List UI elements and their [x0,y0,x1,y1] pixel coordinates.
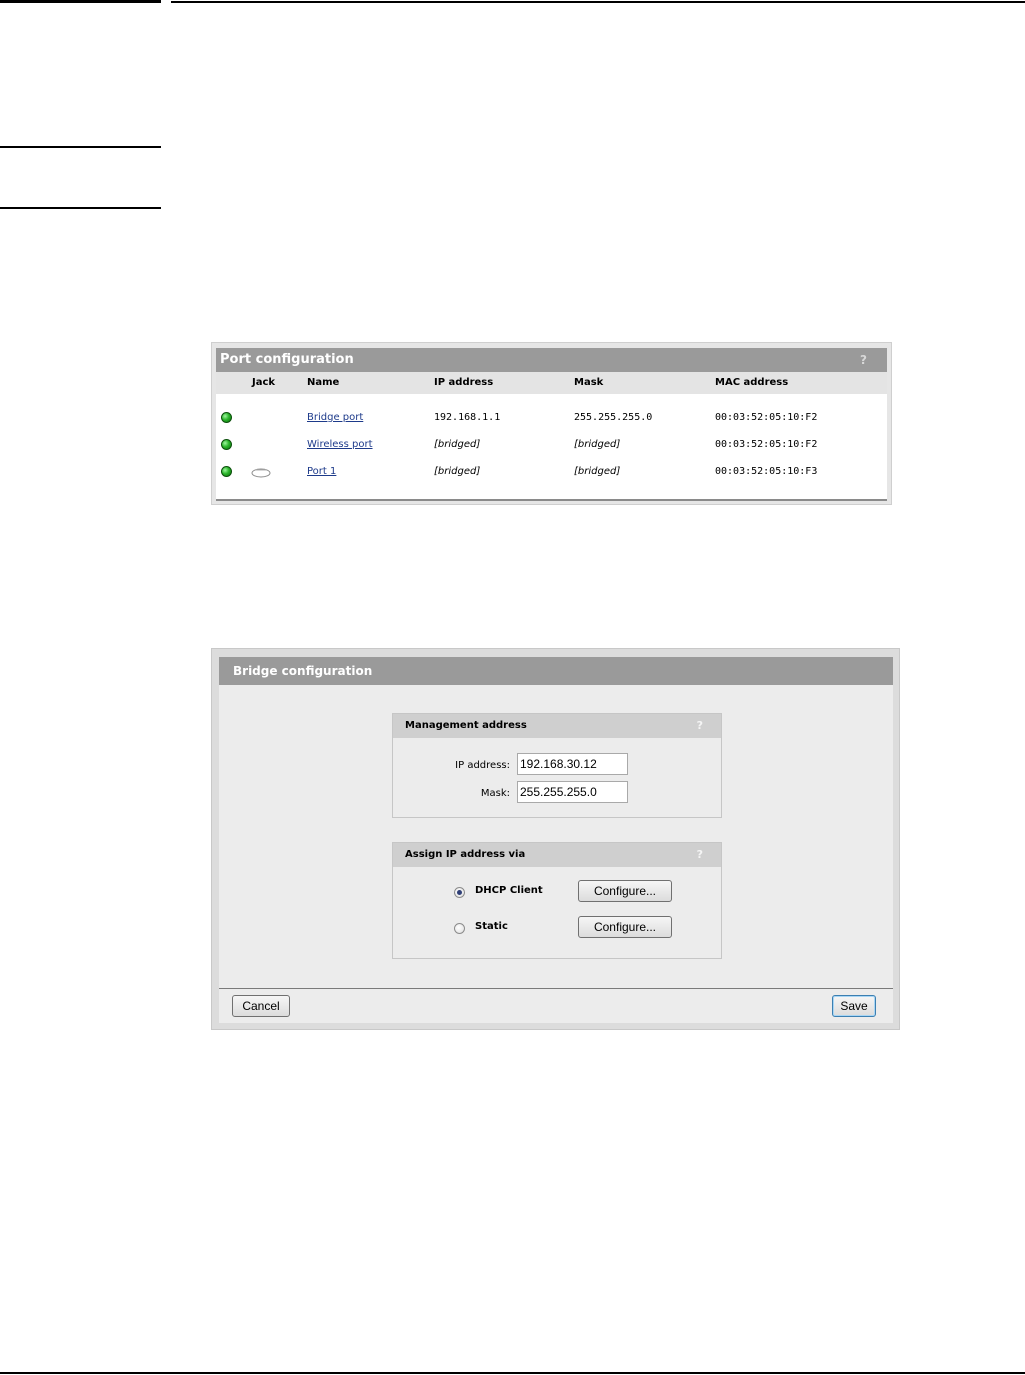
port-ip: [bridged] [434,466,481,477]
mask-input[interactable] [517,781,628,803]
port-configuration-title: Port configuration [220,352,354,367]
port-name-link[interactable]: Port 1 [307,466,336,477]
assign-ip-header: Assign IP address via ? [393,843,721,867]
port-configuration-body: Port configuration ? Jack Name IP addres… [216,348,887,501]
top-rule-thick [0,0,161,3]
ip-address-label: IP address: [455,760,510,771]
bottom-rule [0,1372,1025,1374]
cancel-button[interactable]: Cancel [232,995,290,1017]
port-mac: 00:03:52:05:10:F2 [715,439,818,450]
table-row: Port 1 [bridged] [bridged] 00:03:52:05:1… [216,465,887,491]
help-icon[interactable]: ? [697,843,703,867]
port-name-link[interactable]: Bridge port [307,412,363,423]
management-address-header: Management address ? [393,714,721,738]
dhcp-configure-button[interactable]: Configure... [578,880,672,902]
management-address-panel: Management address ? IP address: Mask: [392,713,722,818]
top-rule-thin [171,1,1025,3]
port-mask: 255.255.255.0 [574,412,653,423]
table-row: Bridge port 192.168.1.1 255.255.255.0 00… [216,411,887,437]
column-header-jack: Jack [252,377,276,388]
management-address-title: Management address [405,720,527,731]
ip-address-input[interactable] [517,753,628,775]
port-mac: 00:03:52:05:10:F3 [715,466,818,477]
bridge-configuration-title: Bridge configuration [233,664,373,678]
table-row: Wireless port [bridged] [bridged] 00:03:… [216,438,887,464]
bridge-configuration-header: Bridge configuration [219,657,893,685]
assign-ip-title: Assign IP address via [405,849,526,860]
dhcp-client-label: DHCP Client [475,885,543,896]
mask-label: Mask: [480,788,510,799]
port-mask: [bridged] [574,439,621,450]
bridge-configuration-panel: Bridge configuration Management address … [211,648,900,1030]
port-ip: [bridged] [434,439,481,450]
port-mask: [bridged] [574,466,621,477]
footer-divider [219,988,893,989]
ethernet-jack-icon [251,468,271,478]
port-configuration-header: Port configuration ? [216,348,887,372]
static-label: Static [475,921,508,932]
column-header-name: Name [307,377,340,388]
dhcp-client-radio[interactable] [454,887,465,898]
static-configure-button[interactable]: Configure... [578,916,672,938]
status-led-icon [221,412,232,423]
assign-ip-panel: Assign IP address via ? DHCP Client Conf… [392,842,722,959]
static-radio[interactable] [454,923,465,934]
section-rule-2 [0,207,161,209]
column-header-mac: MAC address [715,377,789,388]
help-icon[interactable]: ? [697,714,703,738]
port-ip: 192.168.1.1 [434,412,501,423]
save-button[interactable]: Save [832,995,876,1017]
port-configuration-panel: Port configuration ? Jack Name IP addres… [211,342,892,505]
status-led-icon [221,439,232,450]
status-led-icon [221,466,232,477]
section-rule-1 [0,146,161,148]
port-name-link[interactable]: Wireless port [307,439,373,450]
help-icon[interactable]: ? [860,348,867,372]
column-header-mask: Mask [574,377,604,388]
port-mac: 00:03:52:05:10:F2 [715,412,818,423]
port-table-header: Jack Name IP address Mask MAC address [216,372,887,394]
bridge-configuration-body: Bridge configuration Management address … [219,657,893,1023]
column-header-ip: IP address [434,377,494,388]
